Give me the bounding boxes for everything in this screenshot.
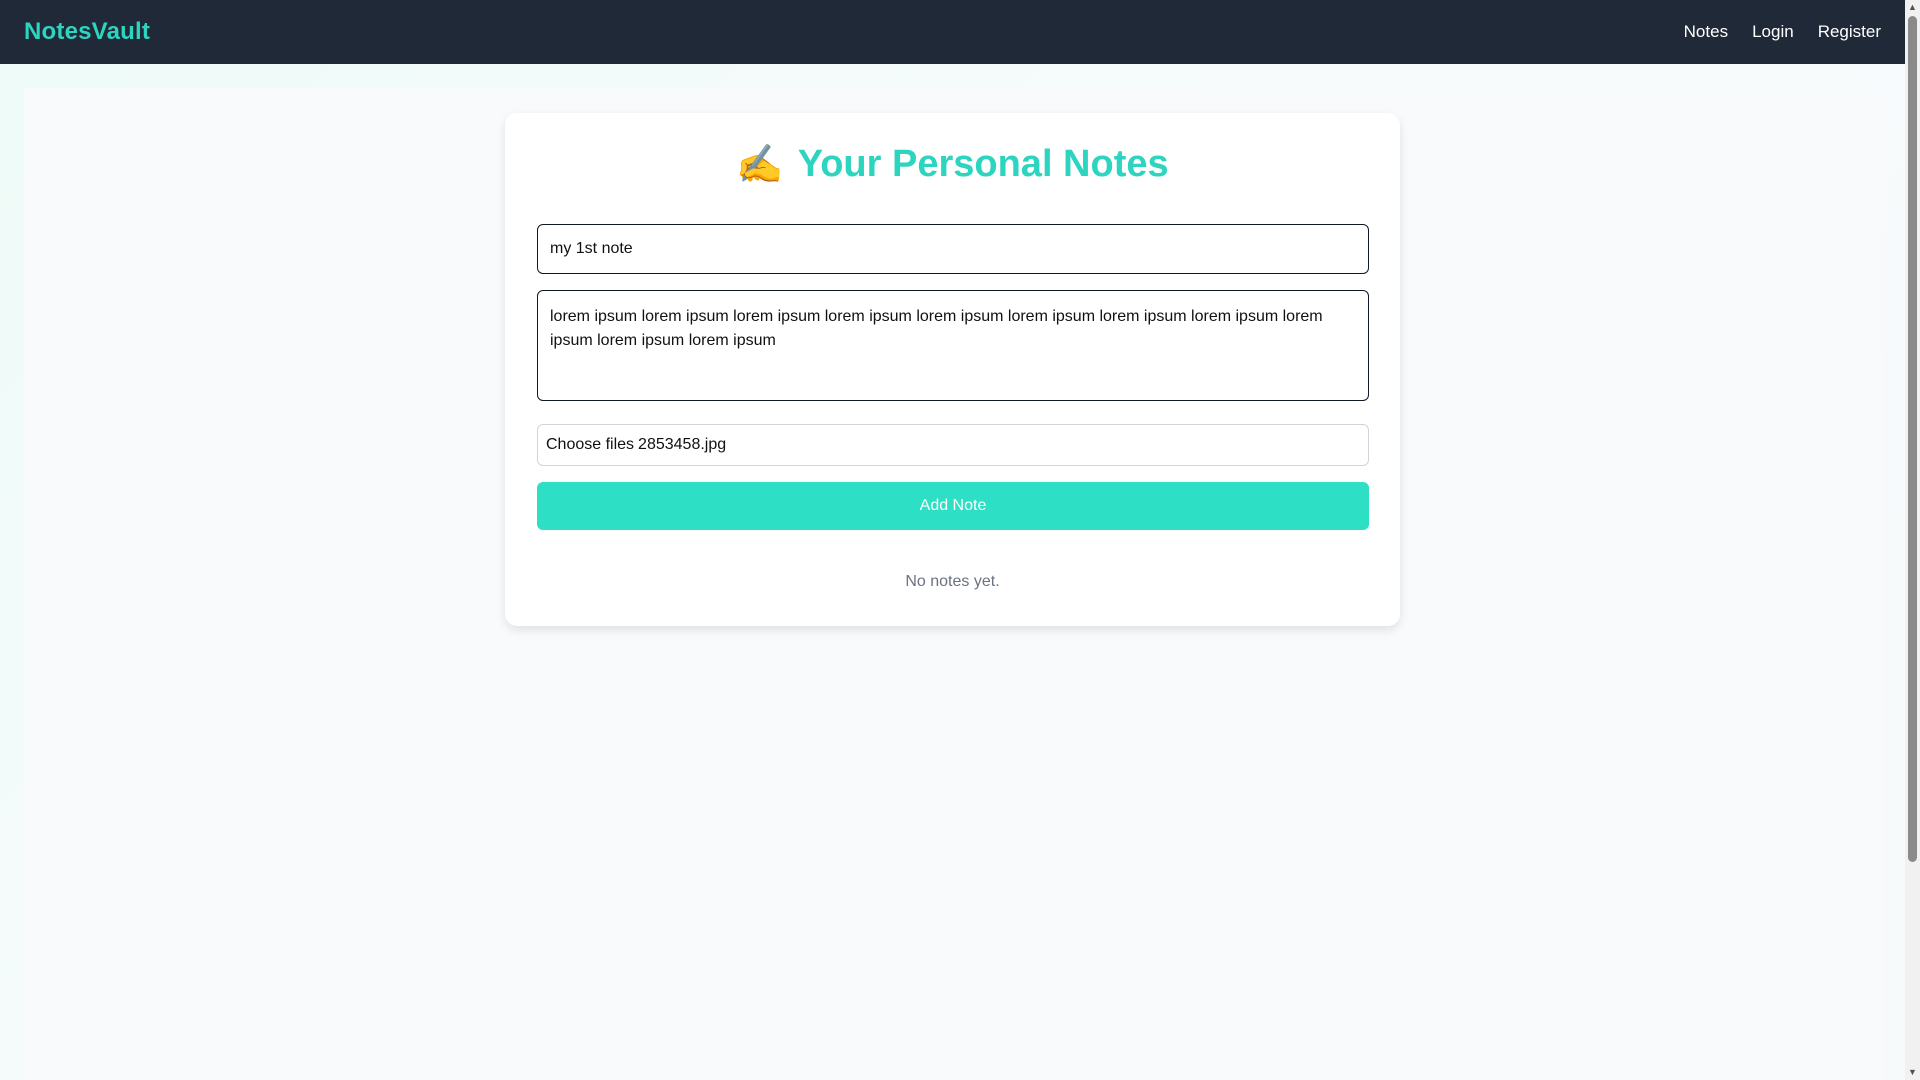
notes-card: ✍️ Your Personal Notes lorem ipsum lorem… [505,113,1400,626]
note-body-textarea[interactable]: lorem ipsum lorem ipsum lorem ipsum lore… [537,290,1369,401]
brand-logo[interactable]: NotesVault [24,18,150,46]
vertical-scrollbar[interactable]: ▲ ▼ [1905,0,1920,1080]
writing-hand-icon: ✍️ [736,143,784,186]
arrow-down-icon[interactable]: ▼ [1905,1065,1920,1080]
note-title-input[interactable] [537,224,1369,274]
file-upload-input[interactable]: Choose files 2853458.jpg [537,424,1369,466]
scrollbar-thumb[interactable] [1908,16,1917,862]
page-title: ✍️ Your Personal Notes [505,143,1400,186]
empty-notes-message: No notes yet. [905,573,1000,590]
top-navbar: NotesVault Notes Login Register [0,0,1905,64]
choose-files-button[interactable]: Choose files [546,436,634,454]
nav-links: Notes Login Register [1684,22,1881,42]
nav-link-register[interactable]: Register [1818,22,1881,42]
add-note-button[interactable]: Add Note [537,482,1369,530]
nav-link-notes[interactable]: Notes [1684,22,1728,42]
nav-link-login[interactable]: Login [1752,22,1794,42]
selected-file-name: 2853458.jpg [638,436,727,453]
page-title-text: Your Personal Notes [797,143,1169,185]
arrow-up-icon[interactable]: ▲ [1905,0,1920,15]
